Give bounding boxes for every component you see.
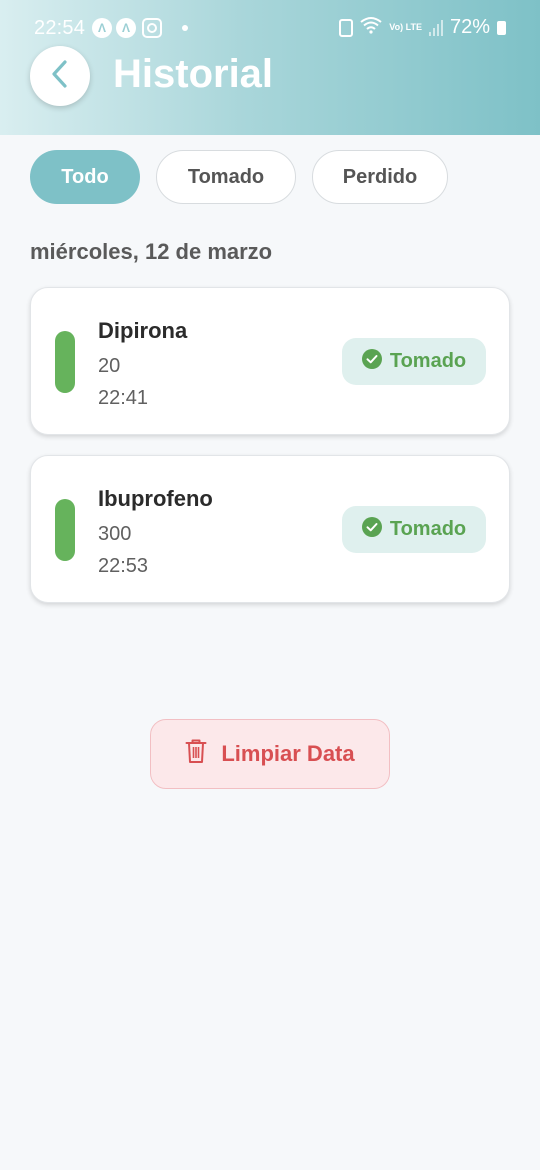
medication-dose: 20 [98, 355, 121, 377]
clear-data-label: Limpiar Data [221, 741, 355, 766]
app-notification-icon: Λ [116, 18, 136, 38]
signal-icon [428, 19, 443, 36]
filter-tomado[interactable]: Tomado [156, 150, 296, 204]
status-label: Tomado [389, 518, 467, 540]
filter-tabs: Todo Tomado Perdido [30, 150, 448, 204]
notification-icons: Λ Λ [92, 18, 188, 38]
battery-percent: 72% [449, 16, 490, 38]
status-indicator-bar [55, 499, 75, 561]
page-title: Historial [113, 52, 274, 96]
clear-data-button[interactable]: Limpiar Data [150, 719, 390, 789]
medication-time: 22:41 [98, 387, 149, 409]
medication-name: Ibuprofeno [98, 486, 213, 511]
app-header: 22:54 Λ Λ Vo) LTE 72% Historial [0, 0, 540, 135]
check-circle-icon [361, 348, 382, 375]
filter-todo[interactable]: Todo [30, 150, 140, 204]
history-card[interactable]: Dipirona 20 22:41 Tomado [30, 287, 510, 435]
medication-dose: 300 [98, 523, 132, 545]
history-card[interactable]: Ibuprofeno 300 22:53 Tomado [30, 455, 510, 603]
status-bar: 22:54 Λ Λ Vo) LTE 72% [0, 0, 540, 56]
status-indicator-bar [55, 331, 75, 393]
filter-perdido[interactable]: Perdido [312, 150, 448, 204]
app-notification-icon: Λ [92, 18, 112, 38]
system-icons: Vo) LTE 72% [339, 16, 506, 39]
date-heading: miércoles, 12 de marzo [30, 239, 273, 264]
battery-icon [497, 20, 506, 35]
medication-time: 22:53 [98, 555, 149, 577]
status-time: 22:54 [34, 17, 86, 39]
wifi-icon [360, 16, 382, 39]
instagram-icon [142, 18, 162, 38]
status-label: Tomado [389, 350, 467, 372]
back-button[interactable] [30, 46, 90, 106]
volte-lte-label: Vo) LTE [389, 22, 422, 32]
check-circle-icon [361, 516, 382, 543]
more-notifications-dot [182, 25, 188, 31]
chevron-left-icon [48, 59, 72, 94]
status-badge: Tomado [342, 506, 486, 553]
trash-icon [185, 738, 207, 770]
medication-name: Dipirona [98, 318, 188, 343]
status-badge: Tomado [342, 338, 486, 385]
clipboard-icon [339, 18, 354, 37]
